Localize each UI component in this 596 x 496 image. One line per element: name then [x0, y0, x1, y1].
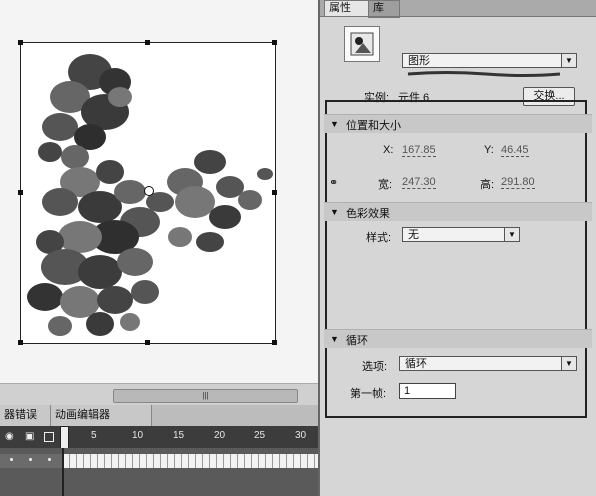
- stage-area[interactable]: [0, 0, 318, 383]
- symbol-type-value: 图形: [408, 55, 430, 67]
- playhead[interactable]: [60, 426, 69, 450]
- width-value-field[interactable]: 247.30: [402, 176, 436, 189]
- frame-number: 10: [132, 430, 144, 441]
- section-title: 色彩效果: [346, 208, 390, 220]
- stage-horizontal-scrollbar[interactable]: |||: [0, 383, 318, 406]
- transform-handle[interactable]: [18, 190, 23, 195]
- scroll-thumb[interactable]: |||: [113, 389, 298, 403]
- lock-dot[interactable]: [29, 458, 32, 461]
- tab-motion-editor[interactable]: 动画编辑器: [51, 405, 152, 426]
- first-frame-label: 第一帧:: [350, 388, 387, 400]
- section-position-size[interactable]: ▼ 位置和大小: [324, 114, 592, 133]
- transform-handle[interactable]: [18, 40, 23, 45]
- frame-number: 20: [214, 430, 226, 441]
- section-color-effect[interactable]: ▼ 色彩效果: [324, 202, 592, 221]
- height-label: 高:: [480, 179, 495, 191]
- tab-compiler-errors[interactable]: 器错误: [0, 405, 51, 426]
- lock-icon[interactable]: ▣: [25, 431, 34, 442]
- frame-number: 30: [295, 430, 307, 441]
- transform-pivot-point[interactable]: [144, 186, 154, 196]
- link-chain-icon[interactable]: ⚭: [329, 176, 338, 189]
- layer-cells[interactable]: [0, 454, 64, 468]
- timeline-frames[interactable]: [0, 448, 318, 496]
- y-label: Y:: [484, 144, 494, 156]
- frame-number: 25: [254, 430, 266, 441]
- graphic-symbol-icon: [344, 26, 380, 62]
- loop-options-value: 循环: [405, 358, 427, 370]
- timeline-ruler[interactable]: ◉ ▣ 5 10 15 20 25 30: [0, 426, 318, 448]
- height-value-field[interactable]: 291.80: [501, 176, 535, 189]
- x-value-field[interactable]: 167.85: [402, 144, 436, 157]
- options-label: 选项:: [362, 361, 388, 373]
- transform-handle[interactable]: [18, 340, 23, 345]
- section-loop[interactable]: ▼ 循环: [324, 329, 592, 348]
- transform-handle[interactable]: [145, 340, 150, 345]
- width-label: 宽:: [378, 179, 393, 191]
- collapse-triangle-icon: ▼: [330, 207, 339, 217]
- symbol-type-select[interactable]: 图形 ▼: [402, 53, 577, 68]
- divider: [320, 16, 596, 17]
- collapse-triangle-icon: ▼: [330, 119, 339, 129]
- section-title: 位置和大小: [346, 120, 401, 132]
- transform-handle[interactable]: [272, 340, 277, 345]
- visibility-dot[interactable]: [10, 458, 13, 461]
- frame-number: 5: [91, 430, 97, 441]
- timeline-tab-bar: 器错误 动画编辑器: [0, 405, 318, 427]
- collapse-triangle-icon: ▼: [330, 334, 339, 344]
- outline-dot[interactable]: [48, 458, 51, 461]
- transform-handle[interactable]: [145, 40, 150, 45]
- loop-options-select[interactable]: 循环 ▼: [399, 356, 577, 371]
- eye-icon[interactable]: ◉: [5, 431, 14, 442]
- playhead-line: [62, 448, 64, 496]
- panel-tab-bar: 属性 库: [320, 0, 596, 18]
- pen-scribble-mark: [407, 71, 561, 77]
- tab-properties[interactable]: 属性: [324, 0, 374, 17]
- chevron-down-icon: ▼: [561, 357, 576, 370]
- first-frame-input[interactable]: 1: [399, 383, 456, 399]
- chevron-down-icon: ▼: [504, 228, 519, 241]
- transform-handle[interactable]: [272, 190, 277, 195]
- style-value: 无: [408, 229, 419, 241]
- style-label: 样式:: [366, 232, 392, 244]
- chevron-down-icon: ▼: [561, 54, 576, 67]
- x-label: X:: [383, 144, 394, 156]
- frame-number: 15: [173, 430, 185, 441]
- section-title: 循环: [346, 335, 368, 347]
- y-value-field[interactable]: 46.45: [501, 144, 529, 157]
- transform-handle[interactable]: [272, 40, 277, 45]
- style-select[interactable]: 无 ▼: [402, 227, 520, 242]
- properties-panel: 属性 库 图形 ▼ 实例: 元件 6 交换... ▼ 位置和大小 X: 167.…: [318, 0, 596, 496]
- outline-box-icon[interactable]: [44, 432, 54, 442]
